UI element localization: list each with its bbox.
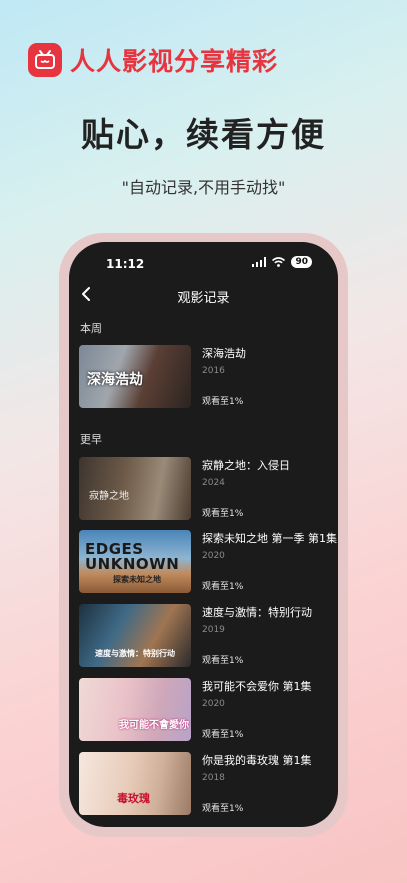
item-title: 我可能不会爱你 第1集: [202, 680, 312, 693]
thumbnail: 深海浩劫: [79, 345, 191, 408]
thumbnail: 毒玫瑰: [79, 752, 191, 815]
tv-icon: [28, 43, 62, 77]
signal-icon: [252, 257, 267, 267]
history-item[interactable]: 我可能不會愛你 我可能不会爱你 第1集 2020 观看至1%: [79, 678, 338, 742]
history-item[interactable]: 深海浩劫 深海浩劫 2016 观看至1%: [79, 345, 338, 409]
thumbnail-title: 深海浩劫: [87, 372, 143, 388]
battery-indicator: 90: [291, 256, 312, 268]
thumbnail-title: 毒玫瑰: [117, 792, 150, 805]
brand-header: 人人影视分享精彩: [28, 42, 278, 78]
item-progress: 观看至1%: [202, 582, 244, 592]
subline: "自动记录,不用手动找": [121, 178, 286, 197]
status-time: 11:12: [106, 257, 145, 271]
thumbnail-title: 速度与激情：特别行动: [95, 649, 175, 658]
thumbnail-subtitle: 探索未知之地: [113, 575, 161, 584]
item-title: 寂静之地：入侵日: [202, 459, 290, 472]
item-progress: 观看至1%: [202, 509, 244, 519]
item-progress: 观看至1%: [202, 804, 244, 814]
thumbnail: 我可能不會愛你: [79, 678, 191, 741]
item-year: 2020: [202, 551, 225, 561]
history-item[interactable]: 速度与激情：特别行动 速度与激情：特别行动 2019 观看至1%: [79, 604, 338, 668]
headline: 贴心，续看方便: [81, 115, 326, 154]
section-label-earlier: 更早: [80, 433, 102, 446]
thumbnail: EDGES UNKNOWN 探索未知之地: [79, 530, 191, 593]
history-item[interactable]: EDGES UNKNOWN 探索未知之地 探索未知之地 第一季 第1集 2020…: [79, 530, 338, 594]
status-bar: 11:12 90: [69, 256, 338, 274]
history-item[interactable]: 寂静之地 寂静之地：入侵日 2024 观看至1%: [79, 457, 338, 521]
thumbnail-title: 我可能不會愛你: [119, 720, 189, 731]
nav-bar: 观影记录: [69, 284, 338, 308]
item-title: 深海浩劫: [202, 347, 246, 360]
item-year: 2019: [202, 625, 225, 635]
item-year: 2020: [202, 699, 225, 709]
item-title: 你是我的毒玫瑰 第1集: [202, 754, 312, 767]
thumbnail-title: 寂静之地: [89, 491, 129, 502]
thumbnail: 寂静之地: [79, 457, 191, 520]
brand-name: 人人影视分享精彩: [70, 47, 279, 76]
thumbnail: 速度与激情：特别行动: [79, 604, 191, 667]
item-year: 2024: [202, 478, 225, 488]
item-progress: 观看至1%: [202, 656, 244, 666]
phone-screen: 11:12 90 观影记录 本周 深海浩劫 深海浩劫 2016 观看至1% 更早…: [69, 242, 338, 827]
section-label-this-week: 本周: [80, 322, 102, 335]
page-title: 观影记录: [177, 291, 230, 306]
item-year: 2016: [202, 366, 225, 376]
item-progress: 观看至1%: [202, 730, 244, 740]
history-item[interactable]: 毒玫瑰 你是我的毒玫瑰 第1集 2018 观看至1%: [79, 752, 338, 816]
thumbnail-title: EDGES UNKNOWN: [85, 540, 180, 573]
item-year: 2018: [202, 773, 225, 783]
item-progress: 观看至1%: [202, 397, 244, 407]
item-title: 速度与激情：特别行动: [202, 606, 312, 619]
item-title: 探索未知之地 第一季 第1集: [202, 532, 337, 545]
wifi-icon: [272, 257, 286, 267]
